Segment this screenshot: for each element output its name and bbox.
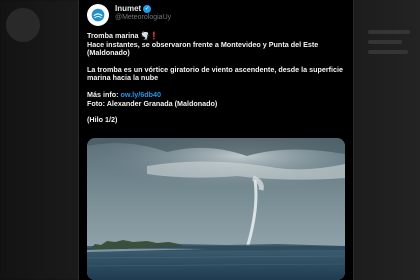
tweet-paragraph-2: La tromba es un vórtice giratorio de vie… <box>87 64 344 83</box>
ghost-line <box>368 30 410 34</box>
more-info-label: Más info: <box>87 89 119 99</box>
photo-credit: Foto: Alexander Granada (Maldonado) <box>87 98 218 108</box>
author-name[interactable]: Inumet <box>115 4 141 13</box>
background-left-panel <box>0 0 80 280</box>
tweet-text: Tromba marina 🌪️❗ Hace instantes, se obs… <box>87 31 345 125</box>
ghost-line <box>368 40 402 44</box>
verified-badge-icon: ✓ <box>143 4 152 13</box>
more-info-link[interactable]: ow.ly/6db40 <box>121 90 161 99</box>
ghost-line <box>368 50 408 54</box>
background-avatar <box>6 8 40 42</box>
inumet-logo-icon <box>91 8 105 22</box>
waterspout-photo <box>87 138 345 280</box>
tweet-photo[interactable] <box>87 138 345 280</box>
tweet-card[interactable]: Inumet ✓ @MeteorologiaUy Tromba marina 🌪… <box>78 0 354 280</box>
thread-index: (Hilo 1/2) <box>87 115 118 125</box>
author-name-row[interactable]: Inumet ✓ <box>115 4 152 13</box>
author-avatar[interactable] <box>87 4 109 26</box>
author-handle[interactable]: @MeteorologiaUy <box>115 14 171 21</box>
tweet-line-2: Hace instantes, se observaron frente a M… <box>87 39 319 58</box>
background-right-panel <box>350 0 420 280</box>
